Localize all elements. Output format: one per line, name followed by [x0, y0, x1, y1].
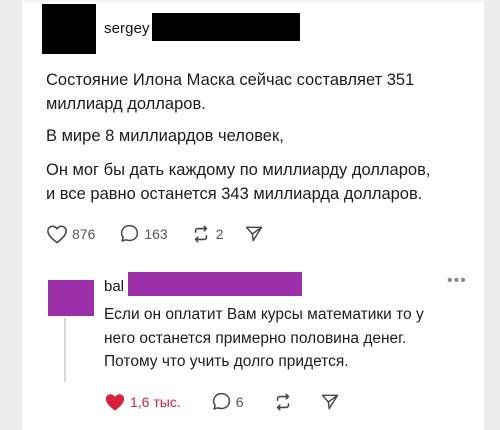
repost-icon	[194, 225, 207, 242]
reply-text-line: него останется примерно половина денег.	[104, 330, 407, 347]
heart-filled-icon	[105, 393, 125, 411]
more-options-button[interactable]: •••	[447, 272, 467, 290]
like-button[interactable]: 876	[46, 224, 95, 244]
like-button[interactable]: 1,6 тыс.	[104, 392, 181, 412]
like-count: 876	[72, 225, 96, 242]
comment-button[interactable]: 163	[119, 223, 168, 244]
post-text-line: миллиард долларов.	[46, 95, 206, 113]
post-text-line: В мире 8 миллиардов человек,	[46, 127, 284, 145]
comment-count: 6	[235, 393, 244, 410]
post-avatar[interactable]	[42, 4, 96, 54]
reply-avatar[interactable]	[48, 280, 94, 316]
reply-text-line: Если он оплатит Вам курсы математики то …	[104, 306, 424, 323]
reply-text-line: Потому что учить долго придется.	[104, 353, 349, 370]
like-count: 1,6 тыс.	[130, 393, 181, 410]
share-icon	[321, 394, 338, 409]
heart-outline-icon	[47, 225, 67, 243]
share-button[interactable]	[320, 392, 340, 412]
post-username[interactable]: sergey	[104, 20, 150, 37]
comment-count: 163	[144, 225, 168, 242]
comment-button[interactable]: 6	[211, 391, 244, 412]
reply-actions: 1,6 тыс. 6	[104, 391, 340, 412]
repost-count: 2	[215, 225, 224, 242]
comment-icon	[212, 392, 230, 410]
post-text-line: и все равно останется 343 миллиарда долл…	[46, 185, 423, 203]
share-button[interactable]	[244, 224, 264, 244]
thread-line	[64, 318, 66, 382]
thread-card: sergey Состояние Илона Маска сейчас сост…	[22, 0, 484, 430]
post-actions: 876 163 2	[46, 223, 264, 244]
username-redaction	[152, 13, 300, 41]
post-text-line: Он мог бы дать каждому по миллиарду долл…	[46, 161, 431, 179]
share-icon	[245, 226, 262, 241]
repost-button[interactable]	[272, 392, 294, 412]
post-text-line: Состояние Илона Маска сейчас составляет …	[46, 71, 415, 89]
repost-icon	[276, 393, 289, 410]
reply-username[interactable]: bal	[104, 278, 124, 295]
repost-button[interactable]: 2	[190, 224, 224, 244]
comment-icon	[121, 224, 139, 242]
divider	[22, 0, 484, 2]
username-redaction	[128, 272, 302, 296]
